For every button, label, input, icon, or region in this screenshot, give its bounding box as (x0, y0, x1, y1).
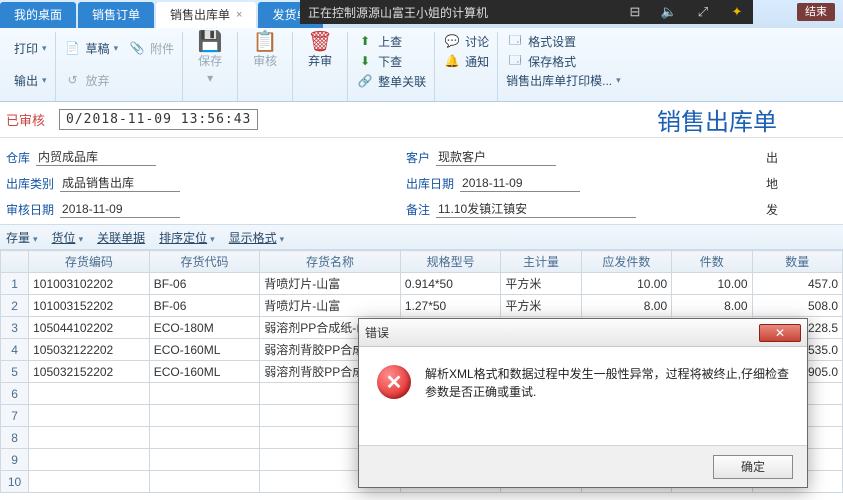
speaker-icon[interactable]: 🔈 (661, 4, 677, 20)
tab-sales-order[interactable]: 销售订单 (78, 2, 154, 28)
close-icon[interactable]: × (236, 2, 242, 28)
customer-label: 客户 (406, 149, 430, 166)
col-unit[interactable]: 主计量 (501, 251, 581, 273)
save-icon: 💾 (201, 32, 219, 50)
page-title: 销售出库单 (657, 102, 777, 137)
col-pcs[interactable]: 件数 (672, 251, 752, 273)
col-should[interactable]: 应发件数 (581, 251, 671, 273)
format-icon: 🗔 (506, 32, 524, 50)
print-button[interactable]: 打印▾ (14, 40, 47, 57)
out-type-label: 出库类别 (6, 175, 54, 192)
minimize-icon[interactable]: ⊟ (627, 4, 643, 20)
expand-icon[interactable]: ⤢ (695, 4, 711, 20)
tab-desktop[interactable]: 我的桌面 (0, 2, 76, 28)
dialog-message: 解析XML格式和数据过程中发生一般性异常，过程将被终止,仔细检查参数是否正确或重… (425, 365, 789, 435)
dialog-ok-button[interactable]: 确定 (713, 455, 793, 479)
print-template-select[interactable]: 销售出库单打印模...▾ (506, 72, 621, 89)
audit-button[interactable]: 📋 审核 (246, 32, 284, 69)
bell-icon: 🔔 (443, 52, 461, 70)
dialog-titlebar[interactable]: 错误 ✕ (359, 319, 807, 347)
right-label-3: 发 (766, 201, 778, 218)
status-badge: 已审核 (6, 110, 45, 129)
warehouse-value[interactable]: 内贸成品库 (36, 148, 156, 166)
release-button[interactable]: ↺ 放弃 (64, 71, 110, 89)
col-spec[interactable]: 规格型号 (400, 251, 500, 273)
audit-icon: 📋 (256, 32, 274, 50)
arrow-down-icon: ⬇ (356, 52, 374, 70)
timestamp-box: 0/2018-11-09 13:56:43 (59, 109, 258, 130)
tab-sales-out[interactable]: 销售出库单 × (156, 2, 256, 28)
table-row[interactable]: 1101003102202BF-06背喷灯片-山富0.914*50平方米10.0… (1, 273, 843, 295)
save-button[interactable]: 💾 保存▾ (191, 32, 229, 85)
col-alias[interactable]: 存货代码 (149, 251, 260, 273)
status-strip: 已审核 0/2018-11-09 13:56:43 销售出库单 (0, 102, 843, 138)
discuss-button[interactable]: 💬 讨论 (443, 32, 489, 50)
dialog-close-button[interactable]: ✕ (759, 324, 801, 342)
speech-icon: 💬 (443, 32, 461, 50)
arrow-up-icon: ⬆ (356, 32, 374, 50)
close-icon: ✕ (775, 326, 785, 340)
dialog-title: 错误 (365, 324, 389, 341)
related-docs-button[interactable]: 关联单据 (97, 229, 145, 246)
link-icon: 🔗 (356, 72, 374, 90)
right-label-2: 地 (766, 175, 778, 192)
stock-button[interactable]: 存量▾ (6, 229, 38, 246)
col-name[interactable]: 存货名称 (260, 251, 401, 273)
table-row[interactable]: 2101003152202BF-06背喷灯片-山富1.27*50平方米8.008… (1, 295, 843, 317)
remote-notice: 正在控制源源山富王小姐的计算机 (308, 4, 488, 21)
audit-date-label: 审核日期 (6, 201, 54, 218)
ribbon: 打印▾ 输出▾ 📄 草稿▾ 📎 附件 ↺ 放弃 (0, 28, 843, 102)
downcheck-button[interactable]: ⬇ 下查 (356, 52, 426, 70)
topbar: 我的桌面 销售订单 销售出库单 × 发货单 正在控制源源山富王小姐的计算机 ⊟ … (0, 0, 843, 28)
save-format-icon: 🗔 (506, 52, 524, 70)
upcheck-button[interactable]: ⬆ 上查 (356, 32, 426, 50)
notify-button[interactable]: 🔔 通知 (443, 52, 489, 70)
location-button[interactable]: 货位▾ (52, 229, 84, 246)
remark-value[interactable]: 11.10发镇江镇安 (436, 200, 636, 218)
warehouse-label: 仓库 (6, 149, 30, 166)
format-set-button[interactable]: 🗔 格式设置 (506, 32, 621, 50)
table-header-row: 存货编码 存货代码 存货名称 规格型号 主计量 应发件数 件数 数量 (1, 251, 843, 273)
related-button[interactable]: 🔗 整单关联 (356, 72, 426, 90)
display-format-button[interactable]: 显示格式▾ (229, 229, 285, 246)
form-area: 仓库 内贸成品库 客户 现款客户 出 出库类别 成品销售出库 出库日期 2018… (0, 138, 843, 226)
sort-button[interactable]: 排序定位▾ (159, 229, 215, 246)
right-label-1: 出 (766, 149, 778, 166)
release-icon: ↺ (64, 71, 82, 89)
error-dialog: 错误 ✕ ✕ 解析XML格式和数据过程中发生一般性异常，过程将被终止,仔细检查参… (358, 318, 808, 488)
remote-control-strip: 正在控制源源山富王小姐的计算机 ⊟ 🔈 ⤢ ✦ (300, 0, 753, 24)
discard-audit-button[interactable]: 🗑 弃审 (301, 32, 339, 69)
sub-toolbar: 存量▾ 货位▾ 关联单据 排序定位▾ 显示格式▾ (0, 224, 843, 250)
audit-date-value[interactable]: 2018-11-09 (60, 200, 180, 218)
col-code[interactable]: 存货编码 (29, 251, 150, 273)
draft-icon: 📄 (64, 39, 82, 57)
col-qty[interactable]: 数量 (752, 251, 843, 273)
end-session-button[interactable]: 结束 (797, 3, 835, 21)
out-type-value[interactable]: 成品销售出库 (60, 174, 180, 192)
output-button[interactable]: 输出▾ (14, 72, 47, 89)
out-date-value[interactable]: 2018-11-09 (460, 174, 580, 192)
remark-label: 备注 (406, 201, 430, 218)
save-format-button[interactable]: 🗔 保存格式 (506, 52, 621, 70)
customer-value[interactable]: 现款客户 (436, 148, 556, 166)
paperclip-icon: 📎 (128, 39, 146, 57)
pin-icon[interactable]: ✦ (729, 4, 745, 20)
document-tabs: 我的桌面 销售订单 销售出库单 × 发货单 (0, 0, 325, 28)
draft-button[interactable]: 📄 草稿▾ (64, 39, 119, 57)
attachment-button[interactable]: 📎 附件 (128, 39, 174, 57)
error-icon: ✕ (377, 365, 411, 399)
discard-icon: 🗑 (311, 32, 329, 50)
out-date-label: 出库日期 (406, 175, 454, 192)
